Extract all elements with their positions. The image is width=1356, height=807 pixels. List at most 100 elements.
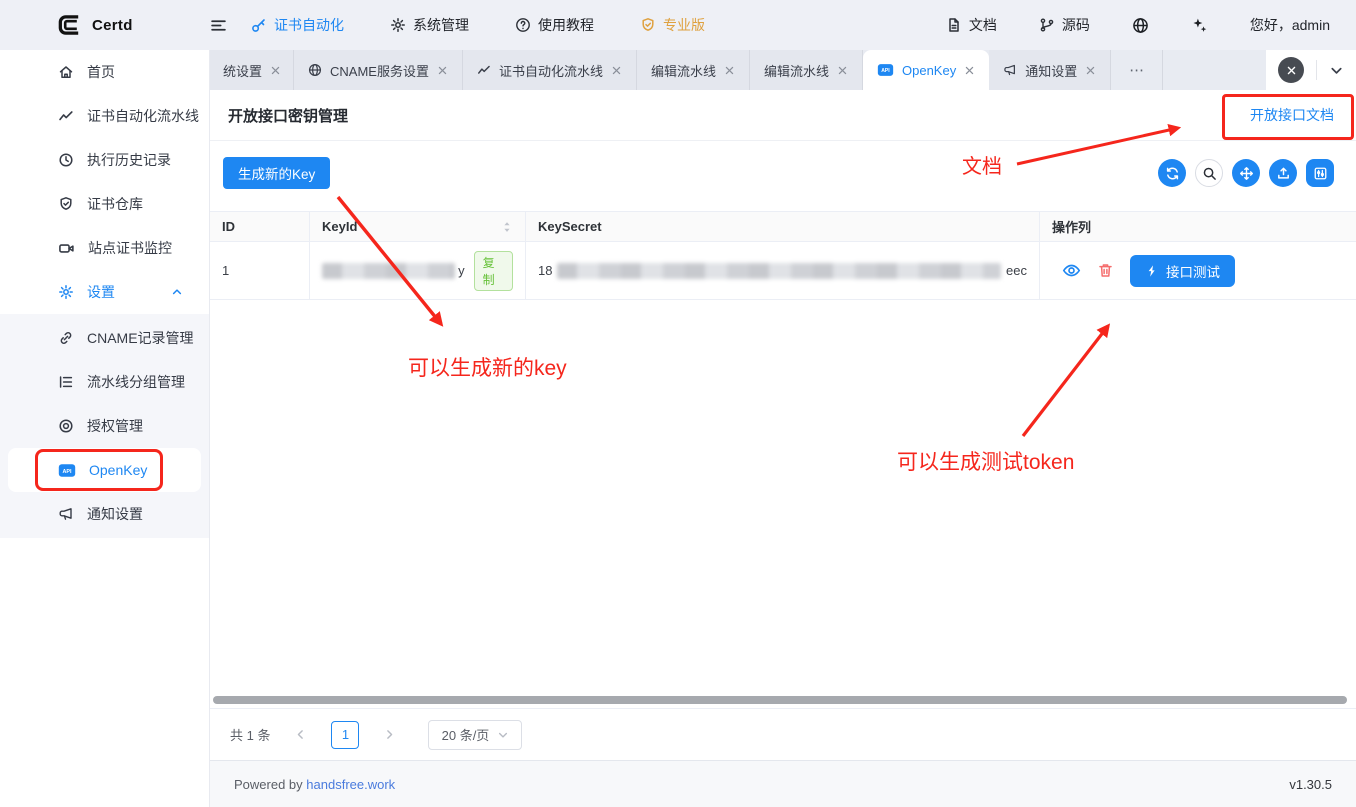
delete-button[interactable] xyxy=(1097,262,1114,279)
sidebar-item-openkey[interactable]: API OpenKey xyxy=(8,448,201,492)
powered-by-text: Powered by xyxy=(234,777,303,792)
tab-bar: 统设置 CNAME服务设置 证书自动化流水线 编辑流水线 xyxy=(210,50,1356,90)
content-header: 开放接口密钥管理 开放接口文档 xyxy=(210,90,1356,141)
tab-cert-pipeline[interactable]: 证书自动化流水线 xyxy=(463,50,637,90)
tab-close-icon[interactable] xyxy=(1085,65,1096,76)
key-icon xyxy=(251,17,267,33)
column-header-id[interactable]: ID xyxy=(210,211,310,242)
sort-carets-icon[interactable] xyxy=(501,220,513,234)
table-header-row: ID KeyId KeySecret 操作列 xyxy=(210,211,1356,242)
refresh-icon xyxy=(1165,166,1180,181)
nav-item-system-manage[interactable]: 系统管理 xyxy=(390,15,469,35)
megaphone-icon xyxy=(1003,63,1017,77)
tab-close-icon[interactable] xyxy=(611,65,622,76)
copy-tag-button[interactable]: 复制 xyxy=(474,251,513,291)
sidebar-item-notify-settings[interactable]: 通知设置 xyxy=(0,492,209,536)
sidebar-item-pipeline-groups[interactable]: 流水线分组管理 xyxy=(0,360,209,404)
sidebar-item-cert-repo[interactable]: 证书仓库 xyxy=(0,182,209,226)
prev-page-button[interactable] xyxy=(294,728,307,741)
search-button[interactable] xyxy=(1195,159,1223,187)
close-all-tabs-button[interactable] xyxy=(1278,57,1304,83)
tab-close-icon[interactable] xyxy=(270,65,281,76)
view-button[interactable] xyxy=(1062,261,1081,280)
sidebar-item-settings[interactable]: 设置 xyxy=(0,270,209,314)
sidebar-item-home[interactable]: 首页 xyxy=(0,50,209,94)
globe-icon xyxy=(1132,17,1149,34)
trash-icon xyxy=(1097,262,1114,279)
sidebar-collapse-button[interactable] xyxy=(210,17,227,34)
trend-icon xyxy=(58,108,74,124)
sidebar-item-history[interactable]: 执行历史记录 xyxy=(0,138,209,182)
columns-settings-button[interactable] xyxy=(1306,159,1334,187)
sidebar-item-cname-records[interactable]: CNAME记录管理 xyxy=(0,316,209,360)
api-icon-text: API xyxy=(881,68,890,74)
sidebar-item-site-monitor[interactable]: 站点证书监控 xyxy=(0,226,209,270)
next-page-button[interactable] xyxy=(383,728,396,741)
sidebar-label: 证书自动化流水线 xyxy=(87,106,199,126)
cell-id: 1 xyxy=(210,242,310,300)
keyid-suffix: y xyxy=(458,263,465,278)
cell-actions: 接口测试 xyxy=(1040,242,1356,300)
refresh-button[interactable] xyxy=(1158,159,1186,187)
open-api-doc-link[interactable]: 开放接口文档 xyxy=(1250,105,1334,125)
page-size-select[interactable]: 20 条/页 xyxy=(428,720,522,750)
generate-key-button[interactable]: 生成新的Key xyxy=(223,157,330,189)
column-header-keyid[interactable]: KeyId xyxy=(310,211,526,242)
sidebar-item-cert-pipeline[interactable]: 证书自动化流水线 xyxy=(0,94,209,138)
sidebar-label: 执行历史记录 xyxy=(87,150,171,170)
export-button[interactable] xyxy=(1269,159,1297,187)
api-test-button[interactable]: 接口测试 xyxy=(1130,255,1235,287)
page-number-button[interactable]: 1 xyxy=(331,721,359,749)
search-icon xyxy=(1202,166,1217,181)
nav-label: 证书自动化 xyxy=(274,15,344,35)
chevron-down-icon[interactable] xyxy=(1329,63,1344,78)
settings-submenu: CNAME记录管理 流水线分组管理 授权管理 API OpenKey xyxy=(0,314,209,538)
tab-close-icon[interactable] xyxy=(724,65,735,76)
nav-item-pro-version[interactable]: 专业版 xyxy=(640,15,705,35)
chevron-right-icon xyxy=(383,728,396,741)
gear-icon xyxy=(58,284,74,300)
horizontal-scrollbar[interactable] xyxy=(213,696,1347,704)
footer: Powered by handsfree.work v1.30.5 xyxy=(210,760,1356,807)
content-spacer xyxy=(210,300,1356,696)
more-dots-icon: ⋯ xyxy=(1129,61,1144,79)
column-header-keysecret[interactable]: KeySecret xyxy=(526,211,1040,242)
sidebar: 首页 证书自动化流水线 执行历史记录 证书仓库 站点证书监控 设置 xyxy=(0,50,210,807)
redacted-keyid xyxy=(322,263,455,279)
user-greeting[interactable]: 您好，admin xyxy=(1250,15,1330,35)
shield-check-icon xyxy=(58,196,74,212)
sidebar-item-authorization[interactable]: 授权管理 xyxy=(0,404,209,448)
language-button[interactable] xyxy=(1132,17,1149,34)
tab-edit-pipeline-2[interactable]: 编辑流水线 xyxy=(750,50,863,90)
nav-item-tutorial[interactable]: 使用教程 xyxy=(515,15,594,35)
source-code-link[interactable]: 源码 xyxy=(1039,15,1090,35)
trend-icon xyxy=(477,63,491,77)
top-right-group: 文档 源码 您好，admin xyxy=(946,15,1356,35)
compact-mode-button[interactable] xyxy=(1232,159,1260,187)
tab-more-button[interactable]: ⋯ xyxy=(1111,50,1163,90)
api-badge-icon: API xyxy=(877,63,894,77)
tab-system-settings[interactable]: 统设置 xyxy=(210,50,294,90)
tab-close-icon[interactable] xyxy=(964,65,975,76)
tab-label: 统设置 xyxy=(223,61,262,80)
tab-cname-service[interactable]: CNAME服务设置 xyxy=(294,50,463,90)
page-size-value: 20 条/页 xyxy=(442,725,490,744)
tab-label: 通知设置 xyxy=(1025,61,1077,80)
tab-notify-settings[interactable]: 通知设置 xyxy=(989,50,1111,90)
video-camera-icon xyxy=(58,240,75,257)
arrows-cross-icon xyxy=(1239,166,1254,181)
tab-edit-pipeline-1[interactable]: 编辑流水线 xyxy=(637,50,750,90)
git-branch-icon xyxy=(1039,17,1055,33)
docs-link[interactable]: 文档 xyxy=(946,15,997,35)
tab-openkey[interactable]: API OpenKey xyxy=(863,50,989,90)
sidebar-label: 通知设置 xyxy=(87,504,143,524)
handsfree-link[interactable]: handsfree.work xyxy=(306,777,395,792)
keysecret-suffix: eec xyxy=(1006,263,1027,278)
home-icon xyxy=(58,64,74,80)
theme-button[interactable] xyxy=(1191,17,1208,34)
tab-close-icon[interactable] xyxy=(837,65,848,76)
nav-item-cert-automation[interactable]: 证书自动化 xyxy=(251,15,344,35)
menu-fold-icon xyxy=(210,17,227,34)
tab-close-icon[interactable] xyxy=(437,65,448,76)
brand-logo[interactable]: Certd xyxy=(0,12,210,38)
